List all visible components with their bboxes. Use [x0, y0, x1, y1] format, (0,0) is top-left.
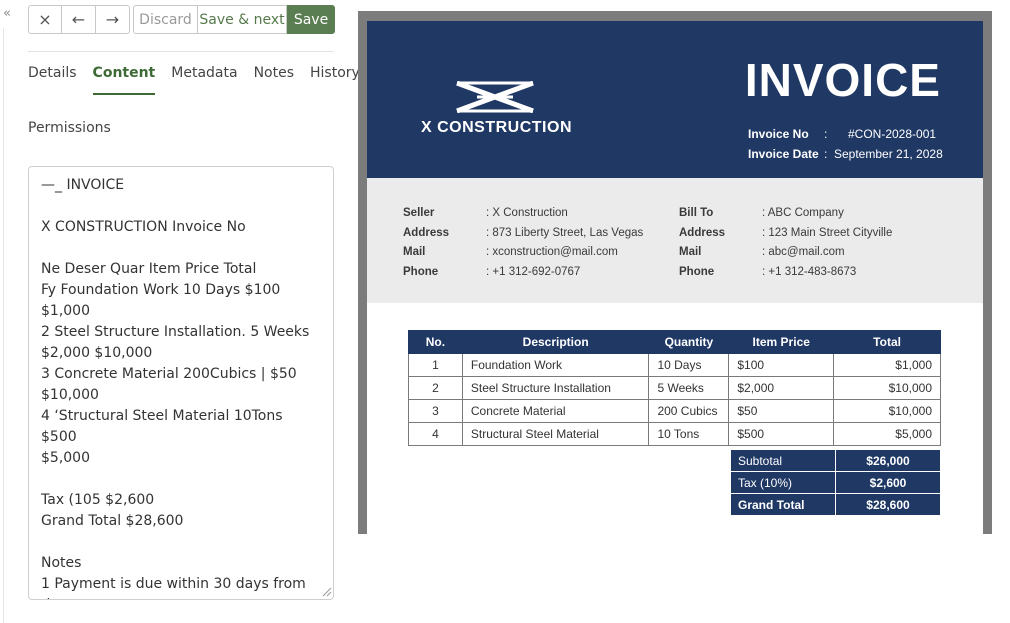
table-cell: Foundation Work — [461, 353, 650, 377]
column-header: No. — [408, 330, 463, 354]
tab-content[interactable]: Content — [92, 65, 156, 95]
close-button[interactable]: × — [28, 5, 62, 34]
tab-notes[interactable]: Notes — [254, 65, 294, 95]
table-cell: 10 Days — [648, 353, 730, 377]
grand-total-value: $28,600 — [835, 493, 941, 516]
items-table: No. Description Quantity Item Price Tota… — [408, 330, 941, 446]
toolbar: × ← → Discard Save & next Save — [28, 5, 335, 34]
subtotal-label: Subtotal — [730, 449, 836, 472]
billto-mail: : abc@mail.com — [762, 246, 845, 258]
tab-history[interactable]: History — [310, 65, 360, 95]
tab-details[interactable]: Details — [28, 65, 77, 95]
table-cell: $500 — [728, 422, 835, 446]
parties-section: Seller Address Mail Phone : X Constructi… — [367, 178, 983, 303]
tab-metadata[interactable]: Metadata — [171, 65, 237, 95]
table-cell: 4 — [408, 422, 463, 446]
billto-name: : ABC Company — [762, 207, 844, 219]
subtotal-value: $26,000 — [835, 449, 941, 472]
save-button[interactable]: Save — [287, 5, 335, 34]
column-header: Total — [833, 330, 941, 354]
seller-address: : 873 Liberty Street, Las Vegas — [486, 226, 644, 239]
table-cell: 200 Cubics — [648, 399, 730, 423]
billto-label: Bill To — [679, 207, 714, 219]
close-icon: × — [38, 10, 52, 29]
arrow-right-icon: → — [105, 10, 120, 29]
resize-grip-icon[interactable] — [321, 586, 332, 597]
panel-gutter — [3, 28, 4, 623]
billto-values: : ABC Company : 123 Main Street Cityvill… — [762, 204, 892, 282]
company-name: X CONSTRUCTION — [421, 119, 572, 136]
invoice-date-value: September 21, 2028 — [834, 147, 943, 161]
billto-phone-label: Phone — [679, 265, 715, 278]
tax-value: $2,600 — [835, 471, 941, 494]
content-textarea[interactable]: —_ INVOICE X CONSTRUCTION Invoice No Ne … — [28, 166, 334, 600]
table-cell: Concrete Material — [461, 399, 650, 423]
seller-phone: : +1 312-692-0767 — [486, 265, 581, 278]
table-row: 4 Structural Steel Material 10 Tons $500… — [408, 422, 941, 446]
seller-name: : X Construction — [486, 207, 568, 219]
table-row: 3 Concrete Material 200 Cubics $50 $10,0… — [408, 399, 941, 423]
column-header: Description — [461, 330, 650, 354]
table-header-row: No. Description Quantity Item Price Tota… — [408, 330, 941, 354]
invoice-no-label: Invoice No — [748, 127, 809, 141]
seller-labels: Seller Address Mail Phone — [403, 204, 449, 282]
tab-permissions[interactable]: Permissions — [28, 120, 111, 136]
invoice-meta: Invoice No: #CON-2028-001 Invoice Date: Se… — [748, 124, 943, 164]
billto-phone: : +1 312-483-8673 — [762, 265, 857, 278]
table-cell: 1 — [408, 353, 463, 377]
grand-total-row: Grand Total $28,600 — [730, 493, 941, 516]
next-button[interactable]: → — [96, 5, 130, 34]
seller-address-label: Address — [403, 226, 450, 239]
toolbar-divider — [28, 51, 334, 52]
invoice-no-value: #CON-2028-001 — [848, 127, 937, 141]
table-cell: $10,000 — [833, 376, 941, 400]
billto-mail-label: Mail — [679, 246, 702, 258]
tab-bar: Details Content Metadata Notes History — [28, 65, 376, 95]
table-row: 2 Steel Structure Installation 5 Weeks $… — [408, 376, 941, 400]
invoice-page: X CONSTRUCTION INVOICE Invoice No: #CON-2… — [367, 21, 983, 534]
table-cell: 2 — [408, 376, 463, 400]
table-cell: $2,000 — [728, 376, 835, 400]
invoice-header: X CONSTRUCTION INVOICE Invoice No: #CON-2… — [367, 21, 983, 178]
table-row: 1 Foundation Work 10 Days $100 $1,000 — [408, 353, 941, 377]
table-cell: 5 Weeks — [648, 376, 730, 400]
table-cell: $100 — [728, 353, 835, 377]
seller-values: : X Construction : 873 Liberty Street, L… — [486, 204, 643, 282]
save-and-next-button[interactable]: Save & next — [198, 5, 287, 34]
collapse-panel-icon[interactable]: « — [0, 6, 14, 22]
discard-button[interactable]: Discard — [133, 5, 198, 34]
table-cell: Structural Steel Material — [461, 422, 650, 446]
billto-address-label: Address — [679, 226, 726, 239]
table-cell: $10,000 — [833, 399, 941, 423]
seller-phone-label: Phone — [403, 265, 439, 278]
tax-label: Tax (10%) — [730, 471, 836, 494]
seller-mail-label: Mail — [403, 246, 426, 258]
invoice-date-label: Invoice Date — [748, 147, 819, 161]
column-header: Quantity — [648, 330, 730, 354]
previous-button[interactable]: ← — [62, 5, 96, 34]
table-cell: $50 — [728, 399, 835, 423]
billto-labels: Bill To Address Mail Phone — [679, 204, 725, 282]
table-cell: 3 — [408, 399, 463, 423]
table-cell: $5,000 — [833, 422, 941, 446]
seller-mail: : xconstruction@mail.com — [486, 246, 618, 258]
table-cell: Steel Structure Installation — [461, 376, 650, 400]
subtotal-row: Subtotal $26,000 — [730, 449, 941, 472]
grand-total-label: Grand Total — [730, 493, 836, 516]
seller-label: Seller — [403, 207, 435, 219]
invoice-title: INVOICE — [744, 54, 941, 106]
x-logo-icon — [456, 81, 534, 113]
column-header: Item Price — [728, 330, 835, 354]
tax-row: Tax (10%) $2,600 — [730, 471, 941, 494]
totals-table: Subtotal $26,000 Tax (10%) $2,600 Grand … — [730, 449, 941, 516]
billto-address: : 123 Main Street Cityville — [762, 226, 893, 239]
arrow-left-icon: ← — [71, 10, 86, 29]
table-cell: $1,000 — [833, 353, 941, 377]
table-cell: 10 Tons — [648, 422, 730, 446]
